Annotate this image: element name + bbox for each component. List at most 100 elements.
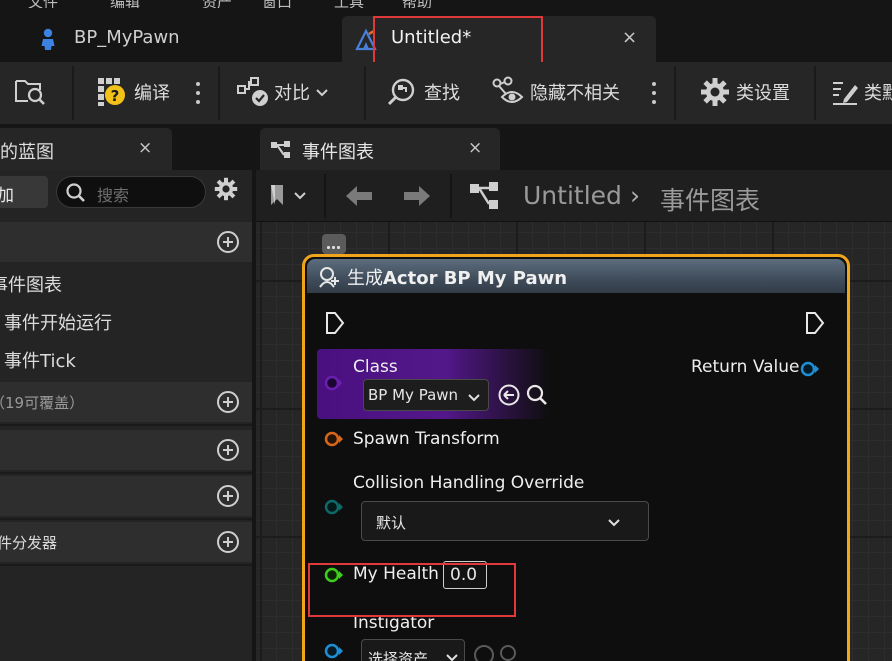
instigator-pin-icon[interactable] bbox=[323, 641, 345, 661]
tab-bp-mypawn[interactable]: BP_MyPawn bbox=[0, 16, 340, 62]
browse-asset-search-icon[interactable] bbox=[525, 383, 549, 407]
divider bbox=[0, 424, 252, 426]
edit-defaults-icon bbox=[833, 82, 858, 105]
menu-help[interactable]: 帮助 bbox=[402, 0, 432, 8]
tab-untitled[interactable]: Untitled* × bbox=[342, 16, 656, 62]
instigator-dropdown-value: 选择资产 bbox=[368, 650, 429, 661]
breadcrumb-current: 事件图表 bbox=[660, 186, 761, 215]
list-item-event-graph[interactable]: 事件图表 bbox=[0, 264, 252, 300]
return-value-label: Return Value bbox=[691, 357, 800, 377]
node-comment-bubble-icon[interactable] bbox=[322, 234, 346, 254]
graph-canvas[interactable]: 生成Actor BP My Pawn Class BP My Pawn Retu… bbox=[256, 222, 892, 661]
exec-output-pin-icon[interactable] bbox=[805, 311, 825, 335]
search-placeholder: 搜索 bbox=[97, 186, 130, 205]
return-value-pin-icon[interactable] bbox=[799, 359, 821, 379]
add-graph-icon[interactable] bbox=[216, 230, 240, 254]
toolbar-separator bbox=[674, 66, 676, 120]
search-input[interactable]: 搜索 bbox=[56, 176, 206, 208]
compile-options-icon[interactable] bbox=[196, 82, 200, 104]
my-health-value: 0.0 bbox=[450, 565, 478, 585]
tab-event-graph[interactable]: 事件图表 × bbox=[260, 128, 500, 170]
svg-text:?: ? bbox=[111, 87, 120, 105]
class-dropdown-value: BP My Pawn bbox=[368, 386, 459, 404]
add-button[interactable]: 添加 bbox=[0, 176, 48, 208]
spawn-transform-label: Spawn Transform bbox=[353, 429, 500, 449]
menu-file[interactable]: 文件 bbox=[28, 0, 58, 8]
instigator-asset-buttons-icon[interactable] bbox=[473, 643, 519, 661]
chevron-down-icon bbox=[294, 192, 306, 200]
tab-close-button[interactable]: × bbox=[622, 27, 637, 48]
document-tab-bar: BP_MyPawn Untitled* × bbox=[0, 8, 892, 65]
list-item-begin-play[interactable]: 事件开始运行 bbox=[0, 302, 252, 338]
section-graphs[interactable] bbox=[0, 222, 252, 262]
collision-dropdown-value: 默认 bbox=[376, 514, 407, 532]
panel-close-button[interactable]: × bbox=[138, 138, 152, 158]
class-dropdown[interactable]: BP My Pawn bbox=[363, 379, 489, 411]
find-button[interactable]: 查找 bbox=[386, 74, 460, 110]
diff-button[interactable]: 对比 bbox=[236, 74, 330, 110]
toolbar-separator bbox=[218, 66, 220, 120]
tab-label: BP_MyPawn bbox=[74, 27, 180, 48]
divider bbox=[0, 472, 252, 474]
collision-pin-icon[interactable] bbox=[323, 497, 345, 517]
instigator-label: Instigator bbox=[353, 613, 435, 633]
compile-label: 编译 bbox=[134, 83, 170, 104]
my-blueprint-panel: 我的蓝图 × 添加 搜索 bbox=[0, 124, 252, 661]
breadcrumb-root[interactable]: Untitled bbox=[523, 181, 622, 210]
bookmark-button[interactable] bbox=[270, 184, 308, 206]
tab-my-blueprint[interactable]: 我的蓝图 × bbox=[0, 128, 172, 170]
settings-gear-icon[interactable] bbox=[214, 177, 238, 201]
add-function-icon[interactable] bbox=[216, 390, 240, 414]
menu-window[interactable]: 窗口 bbox=[262, 0, 292, 8]
add-label: 添加 bbox=[0, 186, 14, 206]
add-variable-icon[interactable] bbox=[216, 484, 240, 508]
menu-edit[interactable]: 编辑 bbox=[110, 0, 140, 8]
section-variables[interactable] bbox=[0, 476, 252, 516]
search-icon bbox=[66, 183, 85, 202]
tab-close-button[interactable]: × bbox=[468, 138, 482, 158]
section-event-dispatchers[interactable]: 事件分发器 bbox=[0, 522, 252, 562]
toolbar-separator bbox=[814, 66, 816, 120]
spawn-actor-node[interactable]: 生成Actor BP My Pawn Class BP My Pawn Retu… bbox=[302, 254, 850, 661]
find-icon bbox=[387, 78, 415, 106]
graph-navigation-bar: Untitled › 事件图表 bbox=[256, 170, 892, 222]
class-defaults-label: 类默 bbox=[864, 83, 892, 104]
list-item-event-tick[interactable]: 事件Tick bbox=[0, 340, 252, 376]
collision-handling-dropdown[interactable]: 默认 bbox=[361, 501, 649, 541]
menu-tools[interactable]: 工具 bbox=[334, 0, 364, 8]
add-macro-icon[interactable] bbox=[216, 438, 240, 462]
forward-arrow-icon[interactable] bbox=[402, 184, 432, 208]
browse-button[interactable] bbox=[12, 74, 48, 110]
toolbar-separator bbox=[364, 66, 366, 120]
gear-icon bbox=[701, 78, 729, 106]
compile-button[interactable]: ? 编译 bbox=[96, 74, 170, 110]
chevron-down-icon bbox=[608, 519, 620, 527]
hide-unrelated-options-icon[interactable] bbox=[652, 82, 656, 104]
section-functions[interactable]: （19可覆盖） bbox=[0, 382, 252, 422]
chevron-down-icon bbox=[316, 89, 328, 97]
hide-unrelated-button[interactable]: 隐藏不相关 bbox=[492, 74, 620, 110]
spawn-actor-icon bbox=[319, 267, 339, 288]
class-pin-icon[interactable] bbox=[323, 373, 343, 393]
class-settings-label: 类设置 bbox=[736, 83, 790, 104]
my-health-pin-icon[interactable] bbox=[323, 565, 345, 585]
my-blueprint-body: 添加 搜索 bbox=[0, 170, 252, 661]
add-dispatcher-icon[interactable] bbox=[216, 530, 240, 554]
nav-separator bbox=[324, 174, 326, 218]
toolbar: ? 编译 对比 查找 隐藏不相关 类设置 类默 bbox=[0, 62, 892, 124]
instigator-dropdown[interactable]: 选择资产 bbox=[361, 639, 465, 661]
my-health-input[interactable]: 0.0 bbox=[443, 561, 487, 589]
class-settings-button[interactable]: 类设置 bbox=[700, 74, 790, 110]
class-defaults-button[interactable]: 类默 bbox=[830, 74, 892, 110]
section-macros[interactable] bbox=[0, 430, 252, 470]
graph-icon bbox=[271, 141, 290, 158]
back-arrow-icon[interactable] bbox=[344, 184, 374, 208]
menu-asset[interactable]: 资产 bbox=[202, 0, 232, 8]
section-label: （19可覆盖） bbox=[0, 394, 85, 412]
use-selected-asset-icon[interactable] bbox=[497, 383, 521, 407]
node-header[interactable]: 生成Actor BP My Pawn bbox=[307, 259, 845, 293]
menu-bar: 文件 编辑 资产 窗口 工具 帮助 bbox=[0, 0, 892, 8]
exec-input-pin-icon[interactable] bbox=[325, 311, 345, 335]
hide-unrelated-icon bbox=[492, 76, 524, 103]
spawn-transform-pin-icon[interactable] bbox=[323, 429, 345, 449]
